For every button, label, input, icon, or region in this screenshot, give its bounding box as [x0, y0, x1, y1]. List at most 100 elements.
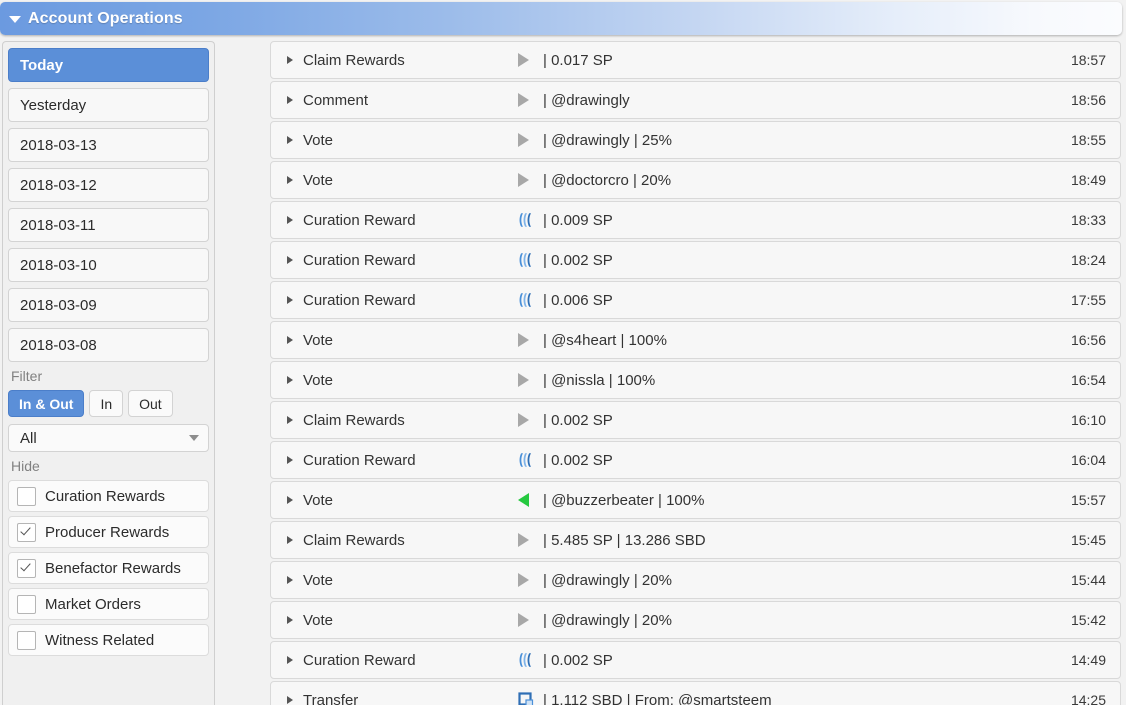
operation-row[interactable]: Vote | @drawingly | 25% 18:55	[270, 121, 1121, 159]
operation-icon	[518, 573, 542, 587]
sidebar-date-item[interactable]: Yesterday	[8, 88, 209, 122]
operation-row[interactable]: Comment | @drawingly 18:56	[270, 81, 1121, 119]
expand-row-toggle[interactable]	[271, 56, 303, 64]
sidebar-date-label: 2018-03-10	[20, 256, 97, 274]
window-titlebar[interactable]: Account Operations	[0, 2, 1122, 35]
expand-row-toggle[interactable]	[271, 216, 303, 224]
operation-icon	[518, 613, 542, 627]
expand-row-toggle[interactable]	[271, 696, 303, 704]
operations-list[interactable]: Claim Rewards | 0.017 SP 18:57 Comment | @dr…	[270, 41, 1121, 705]
sidebar-date-item[interactable]: 2018-03-09	[8, 288, 209, 322]
hide-checkbox-row[interactable]: Witness Related	[8, 624, 209, 656]
sidebar-date-item[interactable]: Today	[8, 48, 209, 82]
operation-time: 16:54	[1070, 372, 1106, 388]
operation-detail: | 0.002 SP	[543, 411, 613, 429]
operation-icon	[518, 252, 542, 268]
play-triangle-icon	[518, 93, 529, 107]
operation-icon	[518, 652, 542, 668]
expand-row-toggle[interactable]	[271, 576, 303, 584]
sidebar-date-item[interactable]: 2018-03-10	[8, 248, 209, 282]
operation-row[interactable]: Curation Reward | 0.002 SP 18:24	[270, 241, 1121, 279]
operation-time: 15:45	[1070, 532, 1106, 548]
operation-time: 15:44	[1070, 572, 1106, 588]
operation-row[interactable]: Vote | @drawingly | 20% 15:44	[270, 561, 1121, 599]
operation-icon	[518, 493, 542, 507]
play-triangle-icon	[518, 173, 529, 187]
play-triangle-icon	[518, 333, 529, 347]
operation-detail: | 0.002 SP	[543, 651, 613, 669]
expand-row-toggle[interactable]	[271, 336, 303, 344]
expand-row-toggle[interactable]	[271, 256, 303, 264]
sidebar: Today Yesterday 2018-03-13 2018-03-12 2018-0…	[2, 41, 215, 705]
operation-detail: | @drawingly	[543, 91, 630, 109]
filter-segment-button[interactable]: Out	[128, 390, 173, 417]
expand-row-toggle[interactable]	[271, 176, 303, 184]
sidebar-date-item[interactable]: 2018-03-08	[8, 328, 209, 362]
operation-type: Vote	[303, 571, 334, 589]
operation-type: Transfer	[303, 691, 359, 705]
sidebar-date-item[interactable]: 2018-03-13	[8, 128, 209, 162]
expand-row-toggle[interactable]	[271, 536, 303, 544]
expand-row-toggle[interactable]	[271, 416, 303, 424]
operation-row[interactable]: Vote | @nissla | 100% 16:54	[270, 361, 1121, 399]
sidebar-date-item[interactable]: 2018-03-11	[8, 208, 209, 242]
operation-row[interactable]: Claim Rewards | 0.017 SP 18:57	[270, 41, 1121, 79]
operation-type: Curation Reward	[303, 251, 416, 269]
expand-row-toggle[interactable]	[271, 136, 303, 144]
operation-row[interactable]: Curation Reward | 0.002 SP 16:04	[270, 441, 1121, 479]
sidebar-date-label: Today	[20, 56, 64, 74]
triangle-right-icon	[287, 616, 293, 624]
operation-row[interactable]: Claim Rewards | 5.485 SP | 13.286 SBD 15:4…	[270, 521, 1121, 559]
operation-row[interactable]: Curation Reward | 0.009 SP 18:33	[270, 201, 1121, 239]
operation-row[interactable]: Transfer | 1.112 SBD | From: @smartsteem 1…	[270, 681, 1121, 705]
operation-row[interactable]: Vote | @s4heart | 100% 16:56	[270, 321, 1121, 359]
operation-detail: | @drawingly | 25%	[543, 131, 672, 149]
hide-checkbox-list: Curation Rewards Producer Rewards Benefact…	[8, 480, 209, 656]
operation-type: Comment	[303, 91, 369, 109]
checkbox-checked-icon[interactable]	[17, 558, 36, 578]
operation-row[interactable]: Claim Rewards | 0.002 SP 16:10	[270, 401, 1121, 439]
hide-checkbox-row[interactable]: Curation Rewards	[8, 480, 209, 512]
hide-checkbox-row[interactable]: Market Orders	[8, 588, 209, 620]
operation-detail: | 5.485 SP | 13.286 SBD	[543, 531, 706, 549]
checkbox-checked-icon[interactable]	[17, 522, 36, 542]
operation-type: Claim Rewards	[303, 411, 405, 429]
checkbox-unchecked-icon[interactable]	[17, 630, 36, 650]
expand-row-toggle[interactable]	[271, 656, 303, 664]
filter-segment-button[interactable]: In & Out	[8, 390, 85, 417]
sidebar-date-label: 2018-03-12	[20, 176, 97, 194]
operation-row[interactable]: Vote | @doctorcro | 20% 18:49	[270, 161, 1121, 199]
triangle-right-icon	[287, 656, 293, 664]
operation-type: Vote	[303, 331, 334, 349]
operation-icon	[518, 133, 542, 147]
operation-detail: | 0.017 SP	[543, 51, 613, 69]
hide-section-label: Hide	[11, 458, 40, 474]
expand-row-toggle[interactable]	[271, 496, 303, 504]
operation-row[interactable]: Curation Reward | 0.006 SP 17:55	[270, 281, 1121, 319]
triangle-down-icon[interactable]	[9, 15, 21, 23]
play-triangle-left-icon	[518, 493, 529, 507]
expand-row-toggle[interactable]	[271, 96, 303, 104]
sbd-icon	[518, 692, 534, 705]
operation-row[interactable]: Curation Reward | 0.002 SP 14:49	[270, 641, 1121, 679]
expand-row-toggle[interactable]	[271, 376, 303, 384]
operation-time: 16:04	[1070, 452, 1106, 468]
checkbox-unchecked-icon[interactable]	[17, 486, 36, 506]
expand-row-toggle[interactable]	[271, 296, 303, 304]
operation-row[interactable]: Vote | @drawingly | 20% 15:42	[270, 601, 1121, 639]
sidebar-date-item[interactable]: 2018-03-12	[8, 168, 209, 202]
expand-row-toggle[interactable]	[271, 616, 303, 624]
operation-row[interactable]: Vote | @buzzerbeater | 100% 15:57	[270, 481, 1121, 519]
hide-checkbox-row[interactable]: Producer Rewards	[8, 516, 209, 548]
operation-type: Curation Reward	[303, 211, 416, 229]
hide-checkbox-row[interactable]: Benefactor Rewards	[8, 552, 209, 584]
play-triangle-icon	[518, 533, 529, 547]
hide-checkbox-label: Benefactor Rewards	[45, 559, 181, 577]
filter-select[interactable]: All	[8, 424, 209, 452]
checkbox-unchecked-icon[interactable]	[17, 594, 36, 614]
operation-type: Curation Reward	[303, 291, 416, 309]
operation-time: 18:49	[1070, 172, 1106, 188]
operation-type: Vote	[303, 611, 334, 629]
filter-segment-button[interactable]: In	[89, 390, 124, 417]
expand-row-toggle[interactable]	[271, 456, 303, 464]
